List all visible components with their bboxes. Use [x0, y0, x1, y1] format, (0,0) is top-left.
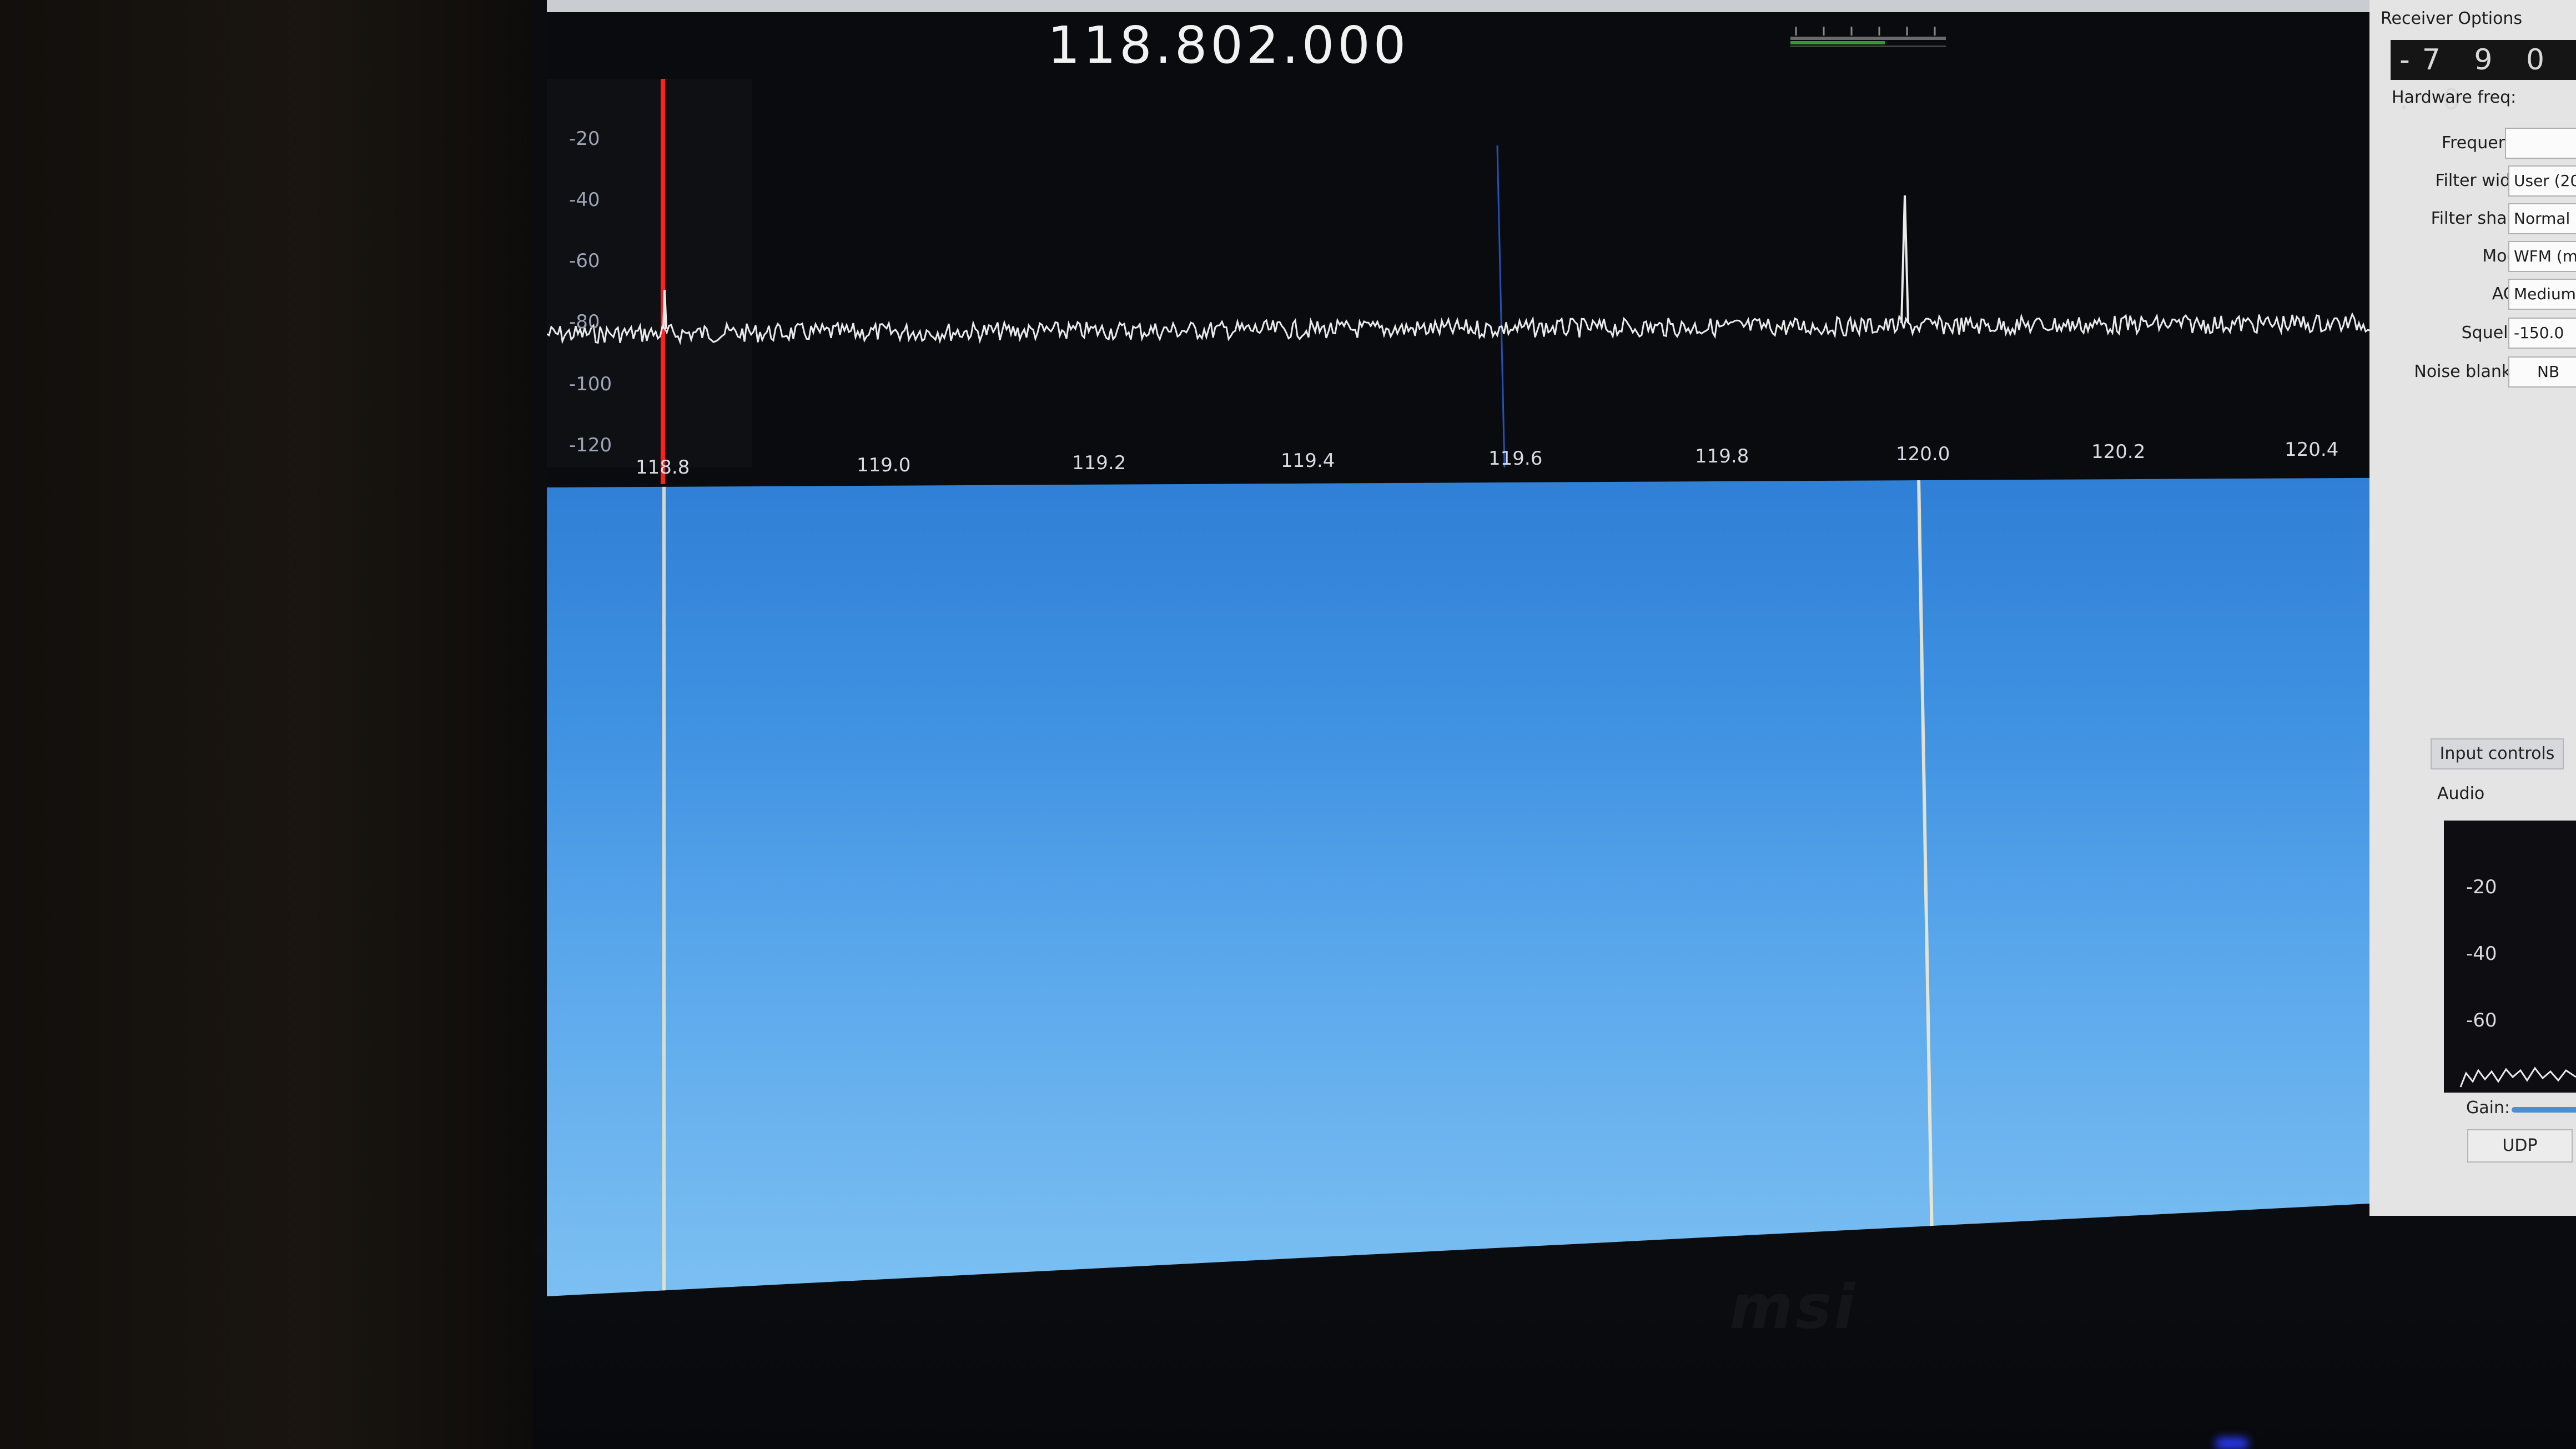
frequency-field[interactable] — [2505, 128, 2576, 159]
y-tick: -80 — [569, 311, 600, 333]
squelch-label: Squelch — [2461, 323, 2528, 343]
x-tick: 119.0 — [857, 454, 911, 476]
waterfall-signal-trace — [1917, 477, 1934, 1255]
noise-blanker-label: Noise blanker — [2414, 362, 2528, 381]
audio-spectrum-plot: -20 -40 -60 — [2444, 821, 2576, 1093]
frequency-label: Frequency — [2442, 133, 2528, 153]
signal-meter-icon — [1790, 27, 1946, 47]
noise-blanker-button[interactable]: NB — [2508, 356, 2576, 388]
sdr-screen: -20 -40 -60 -80 -100 -120 118.8 119.0 11… — [547, 0, 2576, 1296]
x-tick: 120.0 — [1896, 443, 1950, 465]
blue-marker-line — [1496, 145, 1506, 468]
spectrum-plot[interactable]: -20 -40 -60 -80 -100 -120 118.8 119.0 11… — [547, 12, 2390, 484]
y-tick: -60 — [569, 250, 600, 272]
x-tick: 119.2 — [1072, 452, 1126, 474]
x-tick: 119.8 — [1695, 445, 1749, 467]
y-tick: -120 — [569, 434, 612, 456]
frequency-display[interactable]: 118.802.000 — [1048, 16, 1406, 77]
y-tick: -100 — [569, 373, 612, 395]
x-tick: 118.8 — [636, 456, 690, 479]
audio-trace-svg — [2459, 1066, 2576, 1088]
filter-shape-label: Filter shape — [2431, 209, 2528, 228]
gain-label: Gain: — [2466, 1098, 2510, 1118]
x-tick: 120.2 — [2091, 441, 2146, 463]
x-tick: 119.6 — [1488, 447, 1543, 470]
filter-width-select[interactable]: User (20 — [2508, 165, 2576, 197]
monitor-logo: msi — [1729, 1271, 1857, 1342]
hardware-freq-label: Hardware freq: — [2392, 88, 2517, 107]
spectrum-trace — [547, 312, 2390, 345]
status-light — [2215, 1438, 2248, 1449]
window-top-bar — [547, 0, 2576, 12]
filter-width-label: Filter width — [2435, 171, 2528, 190]
x-tick: 120.4 — [2285, 439, 2339, 461]
mode-label: Mode — [2482, 246, 2528, 266]
filter-shape-select[interactable]: Normal — [2508, 203, 2576, 234]
panel-title: Receiver Options — [2381, 9, 2523, 28]
waterfall-signal-trace — [662, 477, 666, 1296]
lcd-frequency-display[interactable]: -7 9 0 . 0 — [2391, 40, 2576, 117]
receiver-options-panel: Receiver Options -7 9 0 . 0 Hardware fre… — [2369, 0, 2576, 1216]
mode-select[interactable]: WFM (m — [2508, 241, 2576, 272]
y-tick: -20 — [569, 128, 600, 150]
tab-input-controls[interactable]: Input controls — [2431, 738, 2564, 769]
agc-select[interactable]: Medium — [2508, 279, 2576, 310]
spectrum-svg — [547, 79, 2390, 484]
signal-peak-120-0 — [1900, 195, 1909, 324]
agc-label: AGC — [2369, 284, 2528, 304]
waterfall-display[interactable] — [547, 477, 2457, 1296]
gain-slider[interactable] — [2512, 1107, 2576, 1113]
squelch-field[interactable]: -150.0 — [2508, 318, 2576, 349]
y-tick: -40 — [569, 189, 600, 211]
udp-button[interactable]: UDP — [2467, 1129, 2573, 1163]
audio-label: Audio — [2437, 784, 2485, 803]
x-tick: 119.4 — [1281, 450, 1335, 472]
frequency-marker-line[interactable] — [661, 79, 665, 484]
